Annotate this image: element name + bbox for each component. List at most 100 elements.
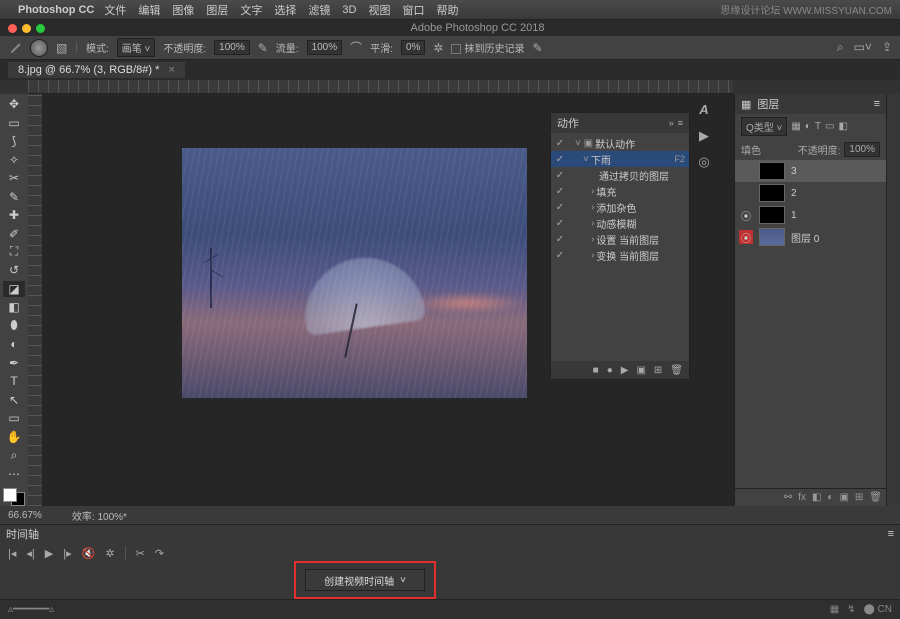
menu-3d[interactable]: 3D bbox=[342, 4, 356, 16]
delete-action-icon[interactable]: 🗑 bbox=[670, 365, 683, 376]
brush-heal-tool[interactable]: ✚ bbox=[3, 207, 25, 223]
opacity-field[interactable]: 100% bbox=[214, 40, 250, 55]
layer-thumbnail[interactable] bbox=[759, 184, 785, 202]
timeline-header[interactable]: 时间轴 ≡ bbox=[0, 525, 900, 543]
stop-icon[interactable]: ■ bbox=[593, 365, 599, 376]
action-row[interactable]: ✓›添加杂色 bbox=[551, 199, 689, 215]
first-frame-icon[interactable]: |◂ bbox=[8, 547, 16, 560]
next-frame-icon[interactable]: |▸ bbox=[63, 547, 71, 560]
layer-thumbnail[interactable] bbox=[759, 206, 785, 224]
search-icon[interactable]: ⌕ bbox=[837, 40, 844, 55]
zoom-level[interactable]: 66.67% bbox=[8, 510, 42, 521]
audio-icon[interactable]: 🔇 bbox=[82, 547, 96, 560]
link-layers-icon[interactable]: ⚯ bbox=[784, 492, 792, 503]
play-action-icon[interactable]: ▶ bbox=[621, 365, 629, 376]
layer-kind-select[interactable]: Q类型 ˅ bbox=[741, 117, 787, 136]
prev-frame-icon[interactable]: ◂| bbox=[26, 547, 34, 560]
airbrush-icon[interactable]: ⌒ bbox=[350, 39, 362, 56]
layer-name[interactable]: 1 bbox=[791, 210, 797, 221]
filter-pixel-icon[interactable]: ▦ bbox=[791, 121, 800, 132]
collapse-icon[interactable]: » bbox=[669, 118, 674, 128]
document-tab[interactable]: 8.jpg @ 66.7% (3, RGB/8#) * × bbox=[8, 62, 185, 78]
layer-name[interactable]: 图层 0 bbox=[791, 230, 819, 245]
crop-tool[interactable]: ✂ bbox=[3, 170, 25, 186]
layer-item[interactable]: ⦿ 1 bbox=[735, 204, 886, 226]
panel-menu-icon[interactable]: ≡ bbox=[678, 118, 683, 128]
play-icon[interactable]: ▶ bbox=[695, 128, 713, 146]
record-icon[interactable]: ● bbox=[607, 365, 613, 376]
filter-adjust-icon[interactable]: ◐ bbox=[805, 121, 811, 132]
share-icon[interactable]: ⇪ bbox=[882, 40, 892, 55]
eraser-tool[interactable]: ◪ bbox=[3, 281, 25, 297]
brush-panel-icon[interactable]: ▧ bbox=[56, 41, 67, 55]
path-tool[interactable]: ↖ bbox=[3, 392, 25, 408]
right-dock-edge[interactable] bbox=[886, 94, 900, 506]
new-set-icon[interactable]: ▣ bbox=[636, 365, 645, 376]
layer-thumbnail[interactable] bbox=[759, 162, 785, 180]
layer-name[interactable]: 2 bbox=[791, 188, 797, 199]
convert-frames-icon[interactable]: ▦ bbox=[830, 604, 839, 615]
zoom-tool[interactable]: ⌕ bbox=[3, 447, 25, 463]
type-tool[interactable]: T bbox=[3, 373, 25, 389]
layer-item[interactable]: ⦿ 图层 0 bbox=[735, 226, 886, 248]
layer-fx-icon[interactable]: fx bbox=[798, 492, 806, 503]
visibility-toggle[interactable]: ⦿ bbox=[739, 208, 753, 223]
workspace-icon[interactable]: ▭˅ bbox=[854, 40, 872, 55]
character-panel-icon[interactable]: A bbox=[695, 102, 713, 120]
adjustment-layer-icon[interactable]: ◐ bbox=[827, 492, 833, 503]
zoom-window-button[interactable] bbox=[36, 24, 45, 33]
layer-item[interactable]: 2 bbox=[735, 182, 886, 204]
canvas-image[interactable] bbox=[182, 148, 527, 398]
visibility-toggle[interactable]: ⦿ bbox=[739, 230, 753, 244]
color-swatches[interactable] bbox=[3, 488, 25, 506]
pressure-size-icon[interactable]: ✎ bbox=[532, 41, 542, 55]
filter-smart-icon[interactable]: ◧ bbox=[838, 121, 847, 132]
render-icon[interactable]: ↯ bbox=[847, 604, 855, 615]
close-window-button[interactable] bbox=[8, 24, 17, 33]
menu-layer[interactable]: 图层 bbox=[206, 2, 228, 18]
ruler-horizontal[interactable] bbox=[28, 80, 733, 94]
app-name[interactable]: Photoshop CC bbox=[18, 4, 94, 16]
group-icon[interactable]: ▣ bbox=[839, 492, 848, 503]
edit-toolbar[interactable]: ⋯ bbox=[3, 465, 25, 481]
magic-wand-tool[interactable]: ✧ bbox=[3, 151, 25, 167]
minimize-window-button[interactable] bbox=[22, 24, 31, 33]
smooth-options-icon[interactable]: ✲ bbox=[433, 41, 443, 55]
pen-tool[interactable]: ✒ bbox=[3, 355, 25, 371]
move-tool[interactable]: ✥ bbox=[3, 96, 25, 112]
lasso-tool[interactable]: ⟆ bbox=[3, 133, 25, 149]
close-tab-icon[interactable]: × bbox=[168, 64, 174, 76]
brush-tool-icon[interactable] bbox=[8, 41, 22, 55]
marquee-tool[interactable]: ▭ bbox=[3, 114, 25, 130]
stamp-tool[interactable]: ⛶ bbox=[3, 244, 25, 260]
transition-icon[interactable]: ↷ bbox=[155, 547, 164, 560]
delete-layer-icon[interactable]: 🗑 bbox=[869, 492, 882, 503]
shape-tool[interactable]: ▭ bbox=[3, 410, 25, 426]
timeline-scale-icon[interactable]: ▵━━━━━━▵ bbox=[8, 604, 54, 615]
menu-filter[interactable]: 滤镜 bbox=[308, 2, 330, 18]
history-checkbox[interactable] bbox=[451, 44, 461, 54]
filter-type-icon[interactable]: T bbox=[815, 121, 821, 132]
menu-file[interactable]: 文件 bbox=[104, 2, 126, 18]
flow-field[interactable]: 100% bbox=[307, 40, 343, 55]
ruler-vertical[interactable] bbox=[28, 94, 42, 506]
gradient-tool[interactable]: ◧ bbox=[3, 299, 25, 315]
menu-view[interactable]: 视图 bbox=[368, 2, 390, 18]
dodge-tool[interactable]: ◐ bbox=[3, 336, 25, 352]
mode-select[interactable]: 画笔 ˅ bbox=[117, 38, 156, 57]
action-row[interactable]: ✓›设置 当前图层 bbox=[551, 231, 689, 247]
action-row[interactable]: ✓通过拷贝的图层 bbox=[551, 167, 689, 183]
menu-edit[interactable]: 编辑 bbox=[138, 2, 160, 18]
split-icon[interactable]: ✂ bbox=[136, 547, 145, 560]
filter-shape-icon[interactable]: ▭ bbox=[825, 121, 834, 132]
swatches-toggle-icon[interactable]: ▦ bbox=[741, 98, 751, 111]
brush-tool[interactable]: ✐ bbox=[3, 225, 25, 241]
actions-panel-header[interactable]: 动作 » ≡ bbox=[551, 113, 689, 133]
blur-tool[interactable]: ⬮ bbox=[3, 318, 25, 334]
eyedropper-tool[interactable]: ✎ bbox=[3, 188, 25, 204]
layer-item[interactable]: 3 bbox=[735, 160, 886, 182]
layer-mask-icon[interactable]: ◧ bbox=[812, 492, 821, 503]
panel-menu-icon[interactable]: ≡ bbox=[888, 528, 894, 540]
layer-opacity-field[interactable]: 100% bbox=[844, 142, 880, 157]
pressure-opacity-icon[interactable]: ✎ bbox=[258, 41, 268, 55]
